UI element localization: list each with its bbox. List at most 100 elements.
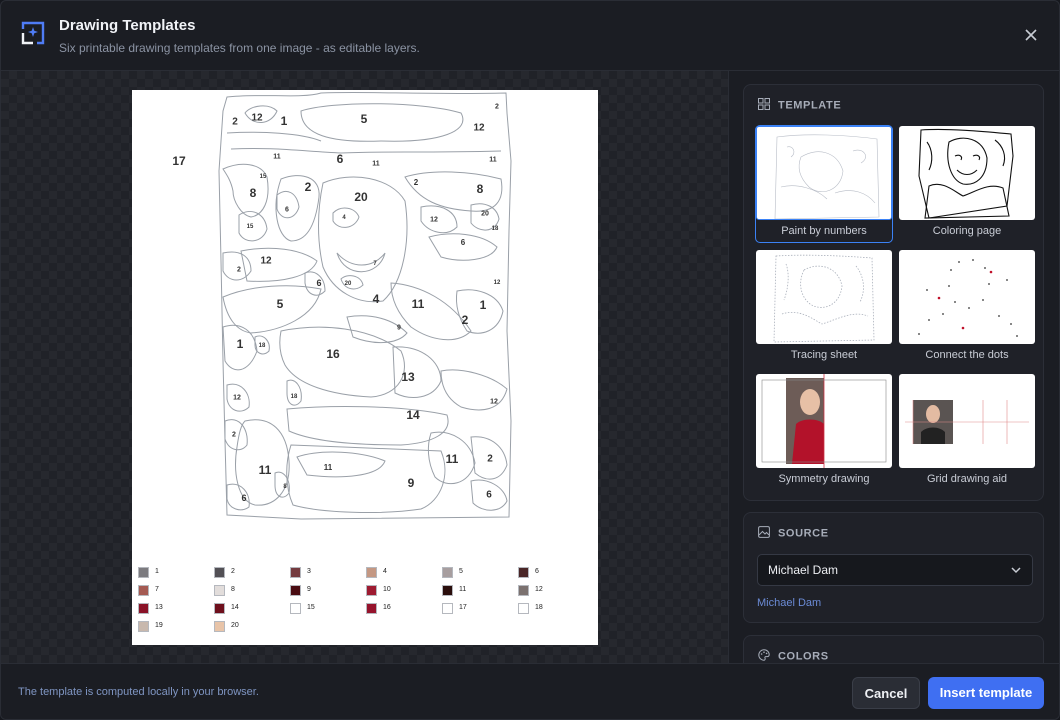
swatch-number: 5 [459, 568, 463, 575]
region-number: 18 [492, 226, 499, 232]
region-number: 12 [260, 256, 272, 267]
template-label: Paint by numbers [781, 225, 867, 237]
source-image-select[interactable]: Michael Dam [757, 554, 1033, 586]
drawing-templates-dialog: Drawing Templates Six printable drawing … [0, 0, 1060, 720]
template-label: Connect the dots [925, 349, 1009, 361]
region-number: 5 [361, 112, 368, 126]
template-option-tracing-sheet[interactable]: Tracing sheet [756, 250, 892, 370]
region-number: 20 [354, 190, 368, 204]
swatch-number: 20 [231, 622, 239, 629]
color-swatch [366, 567, 377, 578]
legend-item: 12 [518, 584, 594, 600]
legend-item: 19 [138, 620, 214, 636]
legend-item: 11 [442, 584, 518, 600]
swatch-number: 13 [155, 604, 163, 611]
local-processing-note: The template is computed locally in your… [18, 686, 259, 698]
dialog-subtitle: Six printable drawing templates from one… [59, 41, 420, 55]
swatch-number: 19 [155, 622, 163, 629]
swatch-number: 12 [535, 586, 543, 593]
colors-heading-text: COLORS [778, 650, 829, 663]
color-swatch [366, 603, 377, 614]
region-number: 6 [241, 493, 246, 503]
dialog-header: Drawing Templates Six printable drawing … [1, 1, 1059, 71]
color-swatch [138, 585, 149, 596]
coloring-page-thumbnail [899, 126, 1035, 220]
region-number: 13 [401, 370, 415, 384]
swatch-number: 6 [535, 568, 539, 575]
template-option-coloring-page[interactable]: Coloring page [899, 126, 1035, 246]
region-number: 6 [316, 278, 321, 288]
template-option-connect-the-dots[interactable]: Connect the dots [899, 250, 1035, 370]
color-swatch [214, 603, 225, 614]
region-number: 5 [277, 297, 284, 311]
source-author-link[interactable]: Michael Dam [757, 597, 821, 609]
image-icon [758, 526, 770, 538]
color-swatch [290, 585, 301, 596]
dialog-footer: The template is computed locally in your… [1, 663, 1059, 719]
region-number: 11 [412, 297, 425, 311]
grid-drawing-aid-thumbnail-art [905, 400, 1029, 444]
legend-item: 2 [214, 566, 290, 582]
region-number: 12 [490, 398, 498, 405]
region-number: 12 [430, 216, 438, 223]
legend-item: 7 [138, 584, 214, 600]
swatch-number: 11 [459, 586, 467, 593]
region-number: 11 [259, 463, 272, 477]
region-number: 15 [260, 174, 267, 180]
coloring-page-thumbnail-art [918, 128, 1014, 219]
region-number: 1 [480, 298, 487, 312]
region-number: 8 [283, 484, 287, 490]
template-section-heading: TEMPLATE [758, 98, 841, 113]
region-number: 2 [414, 178, 419, 187]
symmetry-drawing-thumbnail-art [761, 374, 887, 468]
swatch-number: 16 [383, 604, 391, 611]
template-option-symmetry-drawing[interactable]: Symmetry drawing [756, 374, 892, 494]
legend-item: 18 [518, 602, 594, 618]
region-number: 18 [291, 394, 298, 400]
region-number: 12 [494, 280, 501, 286]
close-button[interactable] [1019, 23, 1043, 47]
region-number: 8 [250, 186, 257, 200]
swatch-number: 8 [231, 586, 235, 593]
template-option-paint-by-numbers[interactable]: Paint by numbers [755, 125, 893, 243]
grid-drawing-aid-thumbnail [899, 374, 1035, 468]
region-number: 15 [247, 224, 254, 230]
legend-item: 6 [518, 566, 594, 582]
legend-item: 17 [442, 602, 518, 618]
cancel-button[interactable]: Cancel [852, 677, 920, 709]
template-preview-area: 2 12 1 5 2 12 17 11 6 11 11 15 2 2 8 20 8 6 4 12 20 18 15 6 12 2 7… [1, 71, 729, 663]
region-number: 4 [342, 215, 346, 221]
region-number: 11 [446, 452, 459, 466]
swatch-number: 17 [459, 604, 467, 611]
swatch-number: 1 [155, 568, 159, 575]
region-number: 2 [305, 180, 312, 194]
legend-item: 4 [366, 566, 442, 582]
insert-template-button[interactable]: Insert template [928, 677, 1044, 709]
paint-by-numbers-thumbnail [756, 126, 892, 220]
region-number: 1 [237, 337, 244, 351]
dialog-title: Drawing Templates [59, 17, 196, 34]
swatch-number: 4 [383, 568, 387, 575]
color-swatch [442, 603, 453, 614]
region-number: 2 [487, 454, 493, 465]
region-number: 17 [172, 154, 186, 168]
legend-item: 10 [366, 584, 442, 600]
legend-item: 20 [214, 620, 290, 636]
palette-icon [758, 649, 770, 661]
legend-item: 13 [138, 602, 214, 618]
template-section: TEMPLATE Paint by numbers Coloring page … [743, 84, 1044, 501]
tracing-sheet-thumbnail [756, 250, 892, 344]
colors-section-heading[interactable]: COLORS [758, 649, 829, 664]
legend-item: 8 [214, 584, 290, 600]
template-label: Symmetry drawing [778, 473, 870, 485]
template-option-grid-drawing-aid[interactable]: Grid drawing aid [899, 374, 1035, 494]
close-icon [1025, 29, 1037, 41]
swatch-number: 10 [383, 586, 391, 593]
region-number: 4 [373, 292, 380, 306]
template-app-icon [21, 21, 45, 45]
chevron-down-icon [1011, 567, 1021, 574]
color-swatch [290, 603, 301, 614]
region-number: 20 [481, 210, 489, 217]
swatch-number: 7 [155, 586, 159, 593]
color-swatch [138, 621, 149, 632]
